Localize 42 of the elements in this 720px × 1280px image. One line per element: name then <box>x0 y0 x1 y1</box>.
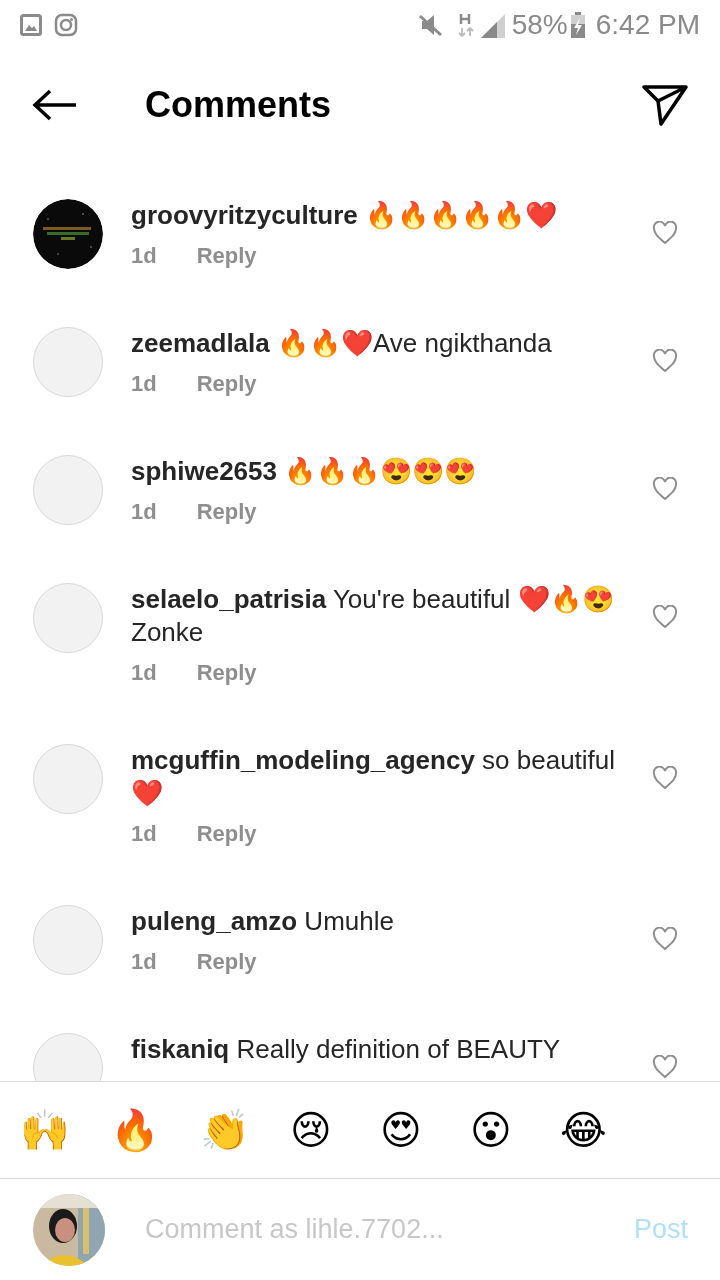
reply-link[interactable]: Reply <box>196 945 257 978</box>
comment-age: 1d <box>131 498 157 526</box>
comment-age: 1d <box>131 242 157 270</box>
heart-icon[interactable] <box>652 221 678 245</box>
comment-text: mcguffin_modeling_agency so beautiful ❤ <box>131 744 617 810</box>
reply-link[interactable]: Reply <box>196 367 257 400</box>
heart-icon[interactable] <box>652 927 678 951</box>
battery-charging-icon <box>569 12 586 38</box>
comment-age: 1d <box>131 820 157 848</box>
comment-text: groovyritzyculture 🔥🔥🔥🔥🔥❤ <box>131 199 559 232</box>
comment-text: selaelo_patrisia You're beautiful ❤🔥😍Zonke <box>131 583 615 649</box>
comment-text: fiskaniq Really definition of BEAUTY <box>131 1033 562 1066</box>
send-icon[interactable] <box>642 84 688 126</box>
emoji-button[interactable]: 😂 <box>560 1106 650 1154</box>
reply-link[interactable]: Reply <box>196 817 257 850</box>
comment-age: 1d <box>131 659 157 687</box>
battery-percentage: 58% <box>511 8 568 42</box>
reply-link[interactable]: Reply <box>196 656 257 689</box>
comment-text: puleng_amzo Umuhle <box>131 905 395 938</box>
gallery-icon <box>20 14 42 36</box>
camera-icon <box>54 13 78 37</box>
heart-icon[interactable] <box>652 766 678 790</box>
clock-time: 6:42 PM <box>595 8 700 42</box>
emoji-button[interactable]: 😢 <box>290 1106 380 1154</box>
heart-icon[interactable] <box>652 349 678 373</box>
network-icon <box>457 12 474 38</box>
reply-link[interactable]: Reply <box>196 495 257 528</box>
comment-input[interactable]: Comment as lihle.7702... <box>145 1209 634 1250</box>
signal-icon <box>479 12 506 38</box>
heart-icon[interactable] <box>652 1055 678 1079</box>
emoji-button[interactable]: 😍 <box>380 1106 470 1154</box>
emoji-button[interactable]: 😮 <box>470 1106 560 1154</box>
heart-icon[interactable] <box>652 477 678 501</box>
comment-text: zeemadlala 🔥🔥❤Ave ngikthanda <box>131 327 553 360</box>
page-title: Comments <box>145 83 332 127</box>
comment-text: sphiwe2653 🔥🔥🔥😍😍😍 <box>131 455 478 488</box>
mute-icon <box>417 13 444 37</box>
comment-age: 1d <box>131 948 157 976</box>
reply-link[interactable]: Reply <box>196 239 257 272</box>
emoji-button[interactable]: 🔥 <box>110 1106 200 1154</box>
heart-icon[interactable] <box>652 605 678 629</box>
comment-age: 1d <box>131 370 157 398</box>
